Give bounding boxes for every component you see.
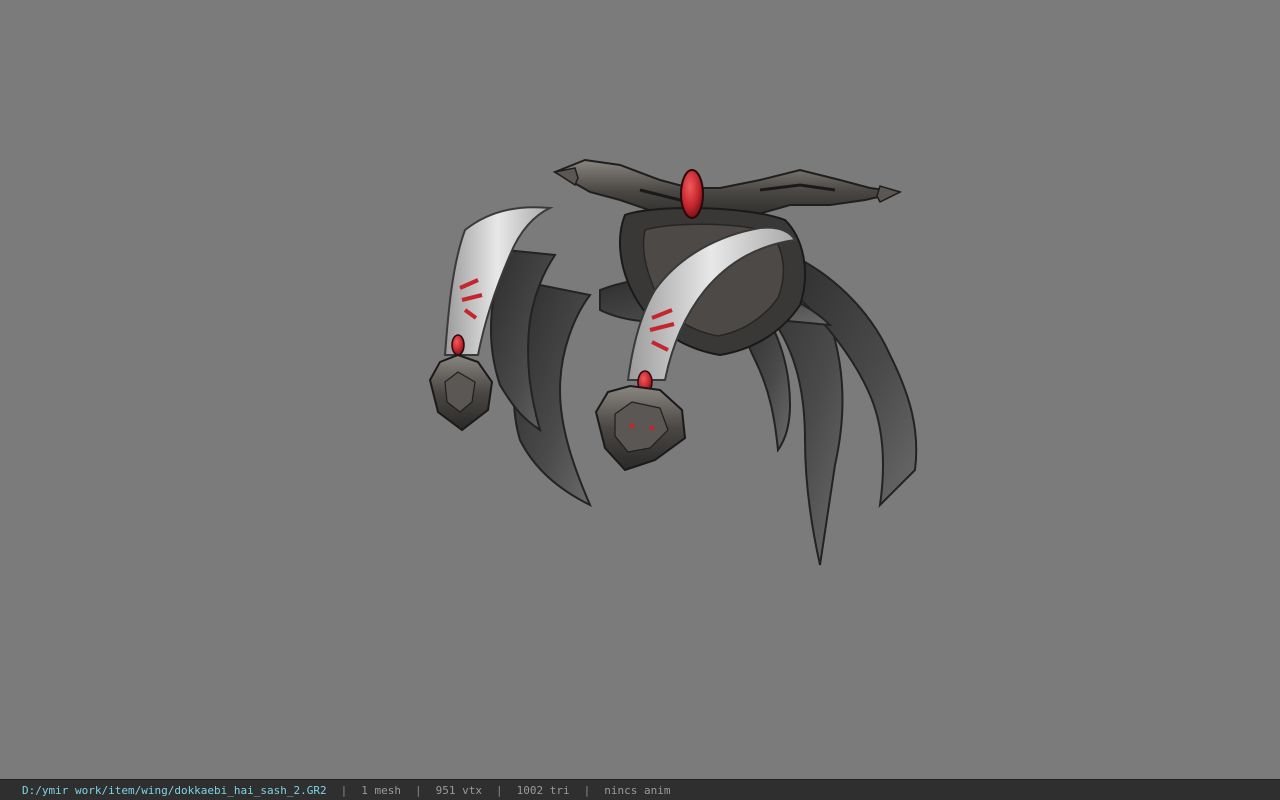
status-bar: D:/ymir work/item/wing/dokkaebi_hai_sash… — [0, 779, 1280, 800]
3d-viewport[interactable] — [0, 0, 1280, 779]
mesh-count: 1 mesh — [361, 783, 402, 797]
triangle-count: 1002 tri — [516, 783, 570, 797]
vertex-count: 951 vtx — [435, 783, 482, 797]
animation-status: nincs anim — [604, 783, 671, 797]
separator: | — [496, 783, 503, 797]
file-path: D:/ymir work/item/wing/dokkaebi_hai_sash… — [22, 783, 327, 797]
wing-sash-model — [428, 158, 918, 566]
separator: | — [340, 783, 348, 797]
separator: | — [583, 783, 591, 797]
separator: | — [415, 783, 422, 797]
